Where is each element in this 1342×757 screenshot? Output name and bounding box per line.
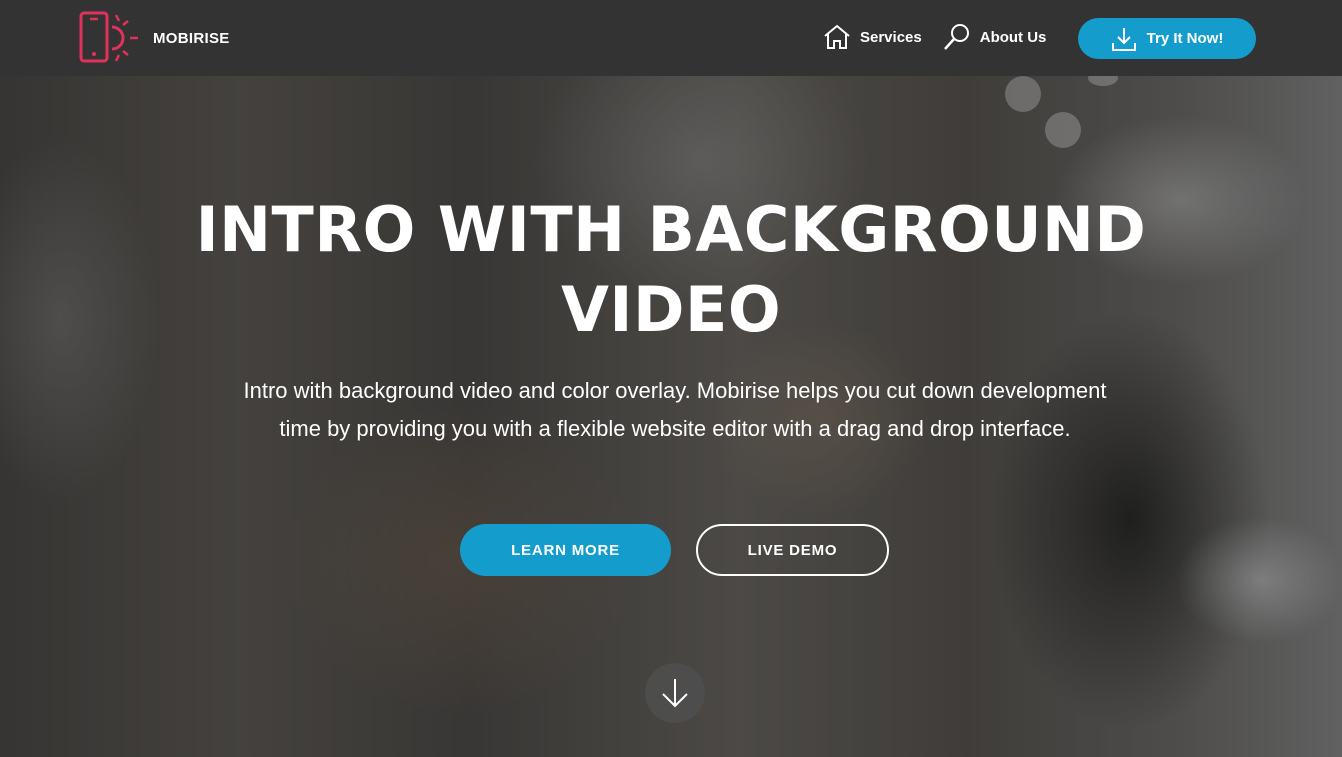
home-icon bbox=[824, 24, 850, 49]
live-demo-button[interactable]: LIVE DEMO bbox=[696, 524, 889, 576]
nav-link-services[interactable]: Services bbox=[822, 22, 922, 52]
brand[interactable]: MOBIRISE bbox=[79, 11, 230, 65]
live-demo-label: LIVE DEMO bbox=[747, 541, 838, 559]
hero-description: Intro with background video and color ov… bbox=[243, 378, 1107, 441]
arrow-down-icon bbox=[662, 679, 688, 708]
download-icon bbox=[1111, 27, 1136, 51]
nav-link-about-us[interactable]: About Us bbox=[942, 22, 1047, 52]
nav-link-label: Services bbox=[860, 28, 922, 46]
try-it-now-button[interactable]: Try It Now! bbox=[1078, 18, 1256, 59]
learn-more-label: LEARN MORE bbox=[511, 541, 620, 559]
hero-section: INTRO WITH BACKGROUND VIDEO Intro with b… bbox=[0, 0, 1342, 757]
navbar: MOBIRISE Services About Us Try It Now! bbox=[0, 0, 1342, 76]
scroll-down-button[interactable] bbox=[645, 663, 705, 723]
nav-links: Services About Us bbox=[822, 22, 1046, 52]
hero-title: INTRO WITH BACKGROUND VIDEO bbox=[195, 193, 1147, 346]
brand-name: MOBIRISE bbox=[153, 29, 230, 47]
learn-more-button[interactable]: LEARN MORE bbox=[460, 524, 671, 576]
try-it-now-label: Try It Now! bbox=[1146, 30, 1224, 47]
phone-sun-icon bbox=[79, 11, 138, 63]
search-icon bbox=[943, 24, 969, 50]
nav-link-label: About Us bbox=[979, 28, 1047, 46]
